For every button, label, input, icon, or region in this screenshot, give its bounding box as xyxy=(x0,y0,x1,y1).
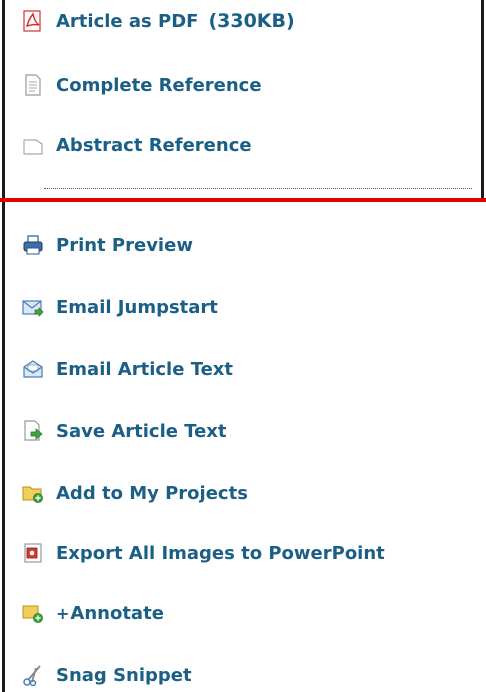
email-article-text-link[interactable]: Email Article Text xyxy=(22,352,233,386)
abstract-reference-label: Abstract Reference xyxy=(56,134,252,156)
frame-border-left-bottom xyxy=(2,200,5,692)
article-pdf-link[interactable]: Article as PDF (330KB) xyxy=(22,4,295,38)
save-document-icon xyxy=(22,420,44,442)
blank-document-icon xyxy=(22,134,44,156)
save-article-text-label: Save Article Text xyxy=(56,420,227,442)
document-icon xyxy=(22,74,44,96)
annotate-label: Annotate xyxy=(70,602,164,624)
email-open-icon xyxy=(22,358,44,380)
export-images-powerpoint-label: Export All Images to PowerPoint xyxy=(56,542,385,564)
email-icon xyxy=(22,296,44,318)
complete-reference-link[interactable]: Complete Reference xyxy=(22,68,262,102)
dotted-separator xyxy=(44,188,472,189)
frame-border-right-top xyxy=(481,0,484,200)
scissors-icon xyxy=(22,664,44,686)
add-to-my-projects-label: Add to My Projects xyxy=(56,482,248,504)
snag-snippet-link[interactable]: Snag Snippet xyxy=(22,658,192,692)
complete-reference-label: Complete Reference xyxy=(56,74,262,96)
pdf-icon xyxy=(22,10,44,32)
annotate-plus: + xyxy=(56,603,70,623)
export-images-powerpoint-link[interactable]: Export All Images to PowerPoint xyxy=(22,536,385,570)
red-separator-line xyxy=(0,198,486,202)
frame-border-left-top xyxy=(2,0,5,200)
print-preview-link[interactable]: Print Preview xyxy=(22,228,193,262)
save-article-text-link[interactable]: Save Article Text xyxy=(22,414,227,448)
abstract-reference-link[interactable]: Abstract Reference xyxy=(22,128,252,162)
add-to-my-projects-link[interactable]: Add to My Projects xyxy=(22,476,248,510)
email-article-text-label: Email Article Text xyxy=(56,358,234,380)
annotate-link[interactable]: + Annotate xyxy=(22,596,164,630)
email-jumpstart-link[interactable]: Email Jumpstart xyxy=(22,290,218,324)
folder-add-icon xyxy=(22,482,44,504)
article-pdf-label: Article as PDF xyxy=(56,10,199,32)
email-jumpstart-label: Email Jumpstart xyxy=(56,296,218,318)
printer-icon xyxy=(22,234,44,256)
powerpoint-icon xyxy=(22,542,44,564)
snag-snippet-label: Snag Snippet xyxy=(56,664,192,686)
pdf-size: (330KB) xyxy=(208,10,295,32)
print-preview-label: Print Preview xyxy=(56,234,193,256)
annotate-icon xyxy=(22,602,44,624)
